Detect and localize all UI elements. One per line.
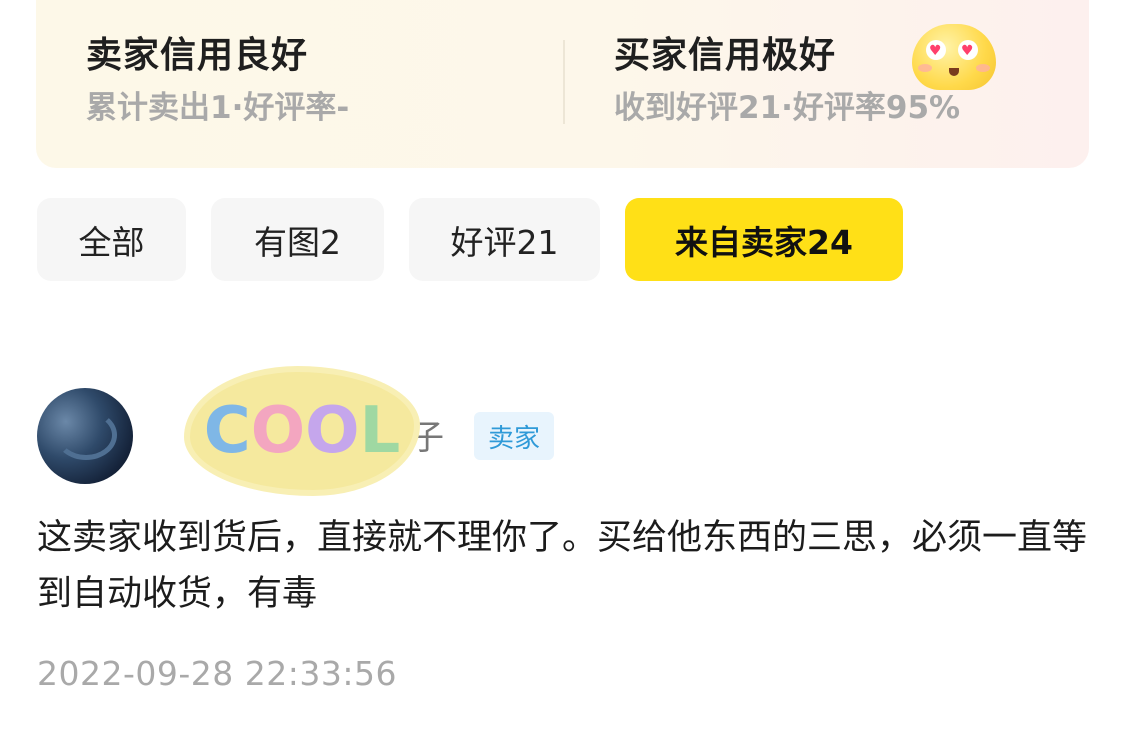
tab-all[interactable]: 全部 [37,198,186,281]
avatar[interactable] [37,388,133,484]
tab-positive[interactable]: 好评21 [409,198,600,281]
cool-letter-o1: O [250,394,306,468]
cool-letter-l: L [359,394,401,468]
cool-sticker: C O O L [190,372,414,490]
seller-credit-stats: 累计卖出1·好评率- [86,90,350,126]
tab-from-seller[interactable]: 来自卖家24 [625,198,903,281]
username-visible-tail: 子 [410,418,444,458]
review-comment: 这卖家收到货后，直接就不理你了。买给他东西的三思，必须一直等到自动收货，有毒 [37,518,1088,614]
seller-credit-title: 卖家信用良好 [86,35,309,76]
buyer-credit[interactable]: 买家信用极好 收到好评21·好评率95% [614,32,960,130]
buyer-credit-stats: 收到好评21·好评率95% [614,90,961,126]
review-timestamp: 2022-09-28 22:33:56 [37,654,397,693]
seller-credit[interactable]: 卖家信用良好 累计卖出1·好评率- [86,32,349,130]
heart-eyes-emoji-icon: ♥ ♥ [912,24,996,90]
credit-summary-card: 卖家信用良好 累计卖出1·好评率- 买家信用极好 收到好评21·好评率95% ♥… [36,0,1089,168]
credit-divider [563,40,565,124]
tab-with-images[interactable]: 有图2 [211,198,384,281]
buyer-credit-title: 买家信用极好 [614,35,837,76]
seller-badge: 卖家 [474,412,555,460]
cool-letter-c: C [203,394,251,468]
cool-letter-o2: O [305,394,360,468]
